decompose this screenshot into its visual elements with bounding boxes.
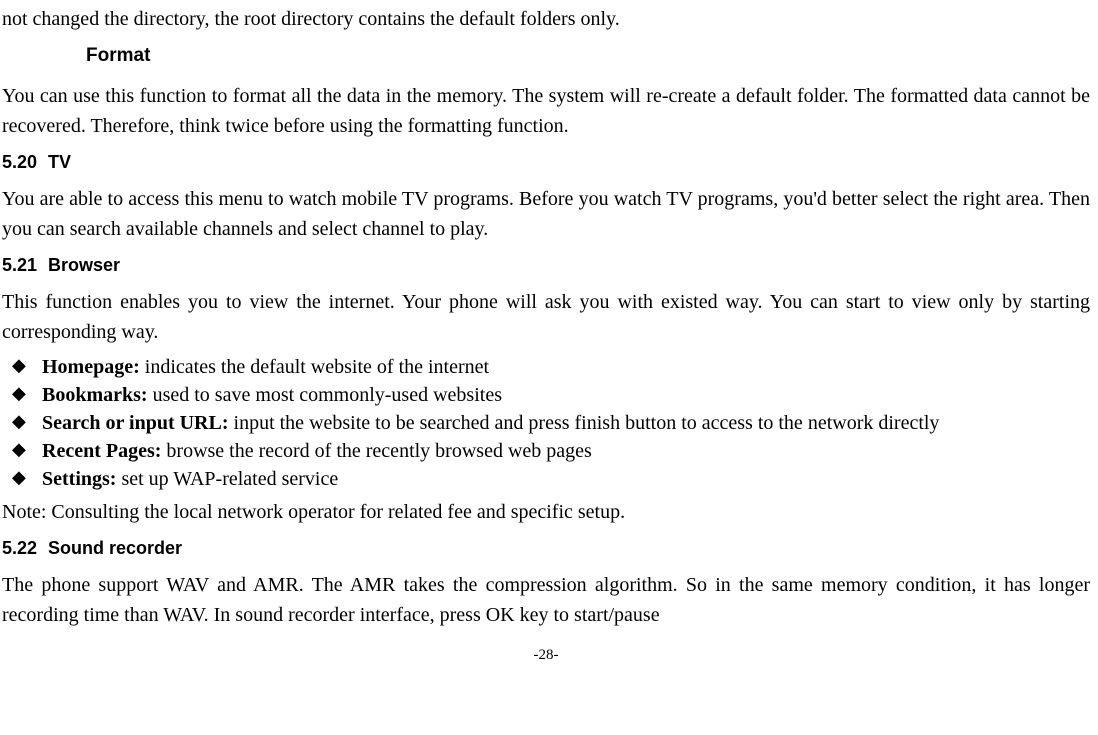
list-item-text: used to save most commonly-used websites xyxy=(148,384,502,406)
intro-fragment: not changed the directory, the root dire… xyxy=(2,4,1090,34)
page-number: -28- xyxy=(2,644,1090,667)
list-item-text: set up WAP-related service xyxy=(116,468,338,490)
browser-heading: 5.21Browser xyxy=(2,252,1090,279)
format-heading: Format xyxy=(86,42,1090,71)
list-item: Search or input URL: input the website t… xyxy=(2,409,1090,437)
sound-recorder-number: 5.22 xyxy=(2,535,48,562)
sound-recorder-title: Sound recorder xyxy=(48,538,182,558)
list-item: Settings: set up WAP-related service xyxy=(2,465,1090,493)
list-item-label: Recent Pages: xyxy=(42,440,161,462)
format-body: You can use this function to format all … xyxy=(2,81,1090,141)
list-item-label: Homepage: xyxy=(42,356,140,378)
sound-recorder-body: The phone support WAV and AMR. The AMR t… xyxy=(2,570,1090,630)
tv-body: You are able to access this menu to watc… xyxy=(2,184,1090,244)
list-item: Recent Pages: browse the record of the r… xyxy=(2,437,1090,465)
list-item-label: Settings: xyxy=(42,468,116,490)
sound-recorder-heading: 5.22Sound recorder xyxy=(2,535,1090,562)
browser-number: 5.21 xyxy=(2,252,48,279)
list-item-text: browse the record of the recently browse… xyxy=(161,440,591,462)
tv-number: 5.20 xyxy=(2,149,48,176)
list-item: Homepage: indicates the default website … xyxy=(2,353,1090,381)
list-item-text: indicates the default website of the int… xyxy=(140,356,489,378)
tv-title: TV xyxy=(48,152,71,172)
browser-title: Browser xyxy=(48,255,120,275)
browser-note: Note: Consulting the local network opera… xyxy=(2,497,1090,527)
list-item-text: input the website to be searched and pre… xyxy=(229,412,940,434)
browser-list: Homepage: indicates the default website … xyxy=(2,353,1090,493)
tv-heading: 5.20TV xyxy=(2,149,1090,176)
list-item-label: Bookmarks: xyxy=(42,384,148,406)
browser-intro: This function enables you to view the in… xyxy=(2,287,1090,347)
list-item-label: Search or input URL: xyxy=(42,412,229,434)
list-item: Bookmarks: used to save most commonly-us… xyxy=(2,381,1090,409)
